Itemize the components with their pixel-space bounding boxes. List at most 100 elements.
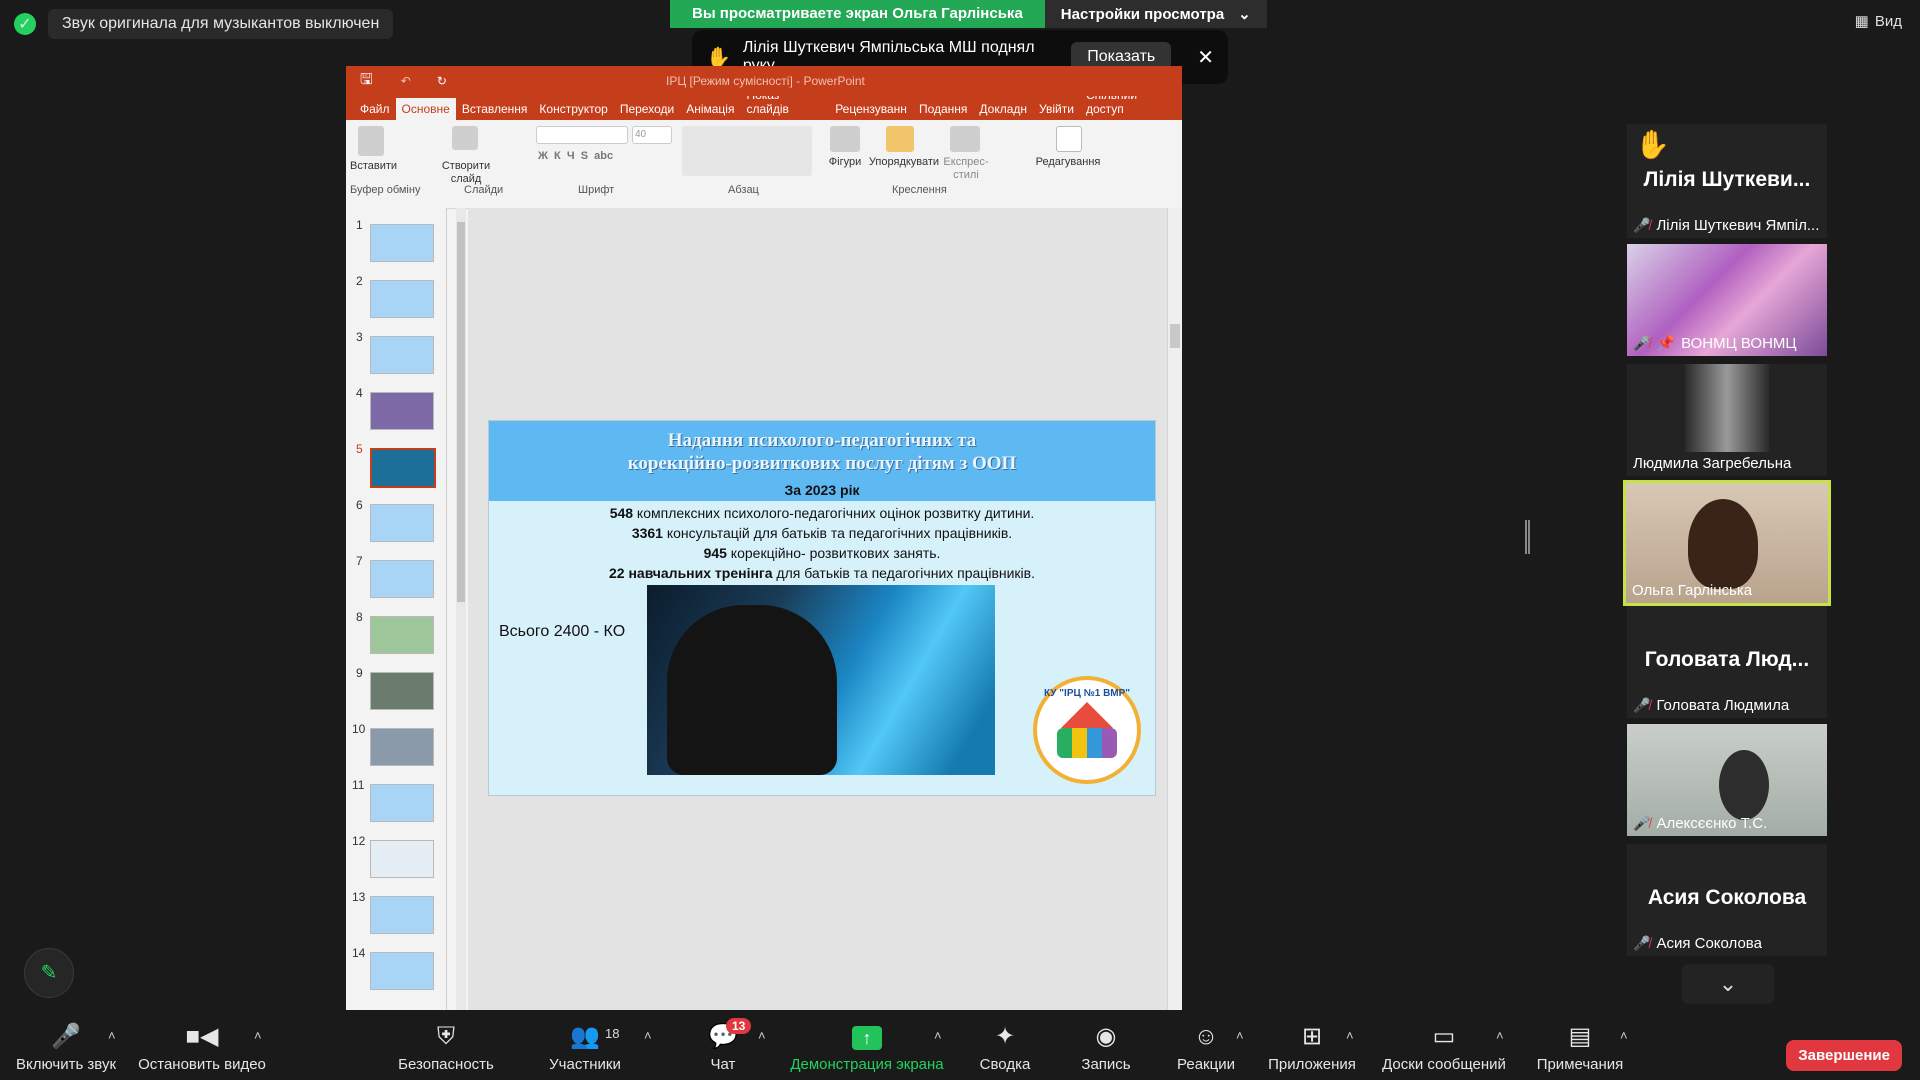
shapes-button[interactable]: Фігури [822,156,868,169]
participant-name: ВОНМЦ ВОНМЦ [1681,334,1797,352]
slide-thumbnail-10[interactable] [370,728,434,766]
tab-view[interactable]: Подання [913,98,973,120]
slide-thumbnails-pane: 1 2 3 4 5 6 7 8 9 10 11 12 13 14 [346,208,447,1014]
notes-label: Примечания [1536,1056,1624,1073]
mic-muted-icon: 🎤̸ [1633,697,1651,713]
house-icon [1061,702,1113,728]
font-format-buttons[interactable]: Ж К Ч S abc [538,150,668,163]
stop-video-button[interactable]: ■◀ Остановить видео [134,1022,270,1073]
participant-big-name: Асия Соколова [1647,886,1807,909]
chevron-up-icon[interactable]: ˄ [934,1028,942,1043]
scrollbar-thumb[interactable] [457,222,465,602]
share-screen-button[interactable]: ↑ Демонстрация экрана [786,1022,948,1073]
slide-thumbnail-6[interactable] [370,504,434,542]
paste-button[interactable]: Вставити [350,160,397,173]
participant-name-row: 🎤̸ Лілія Шуткевич Ямпіл... [1633,217,1819,234]
chevron-up-icon[interactable]: ˄ [108,1028,116,1043]
chevron-up-icon[interactable]: ˄ [1236,1028,1244,1043]
slide-thumbnail-3[interactable] [370,336,434,374]
slide-title-line: корекційно-розвиткових послуг дітям з ОО… [627,453,1017,474]
stat-text: консультацій для батьків та педагогічних… [662,525,1013,541]
tab-review[interactable]: Рецензуванн [829,98,913,120]
unmute-button[interactable]: 🎤 Включить звук [8,1022,124,1073]
mic-muted-icon: 🎤̸ [1633,217,1651,233]
scrollbar-thumb[interactable] [1170,324,1180,348]
slide-thumbnail-11[interactable] [370,784,434,822]
chevron-up-icon[interactable]: ˄ [1496,1028,1504,1043]
view-settings-button[interactable]: Настройки просмотра ⌄ [1044,0,1267,28]
participant-name: Головата Людмила [1656,697,1790,714]
participant-tile[interactable]: 🎤̸ 📌 ВОНМЦ ВОНМЦ [1627,244,1827,356]
tab-animation[interactable]: Анімація [680,98,740,120]
participant-tile[interactable]: Головата Люд... 🎤̸ Головата Людмила [1627,606,1827,718]
thumbnails-scrollbar[interactable] [456,208,466,1014]
chevron-up-icon[interactable]: ˄ [1620,1028,1628,1043]
chevron-up-icon[interactable]: ˄ [758,1028,766,1043]
annotate-pencil-icon[interactable]: ✎ [24,948,74,998]
scroll-down-chevron-icon[interactable]: ⌄ [1682,964,1774,1004]
slide-thumbnail-5[interactable] [370,448,436,488]
slide-thumbnail-1[interactable] [370,224,434,262]
reactions-label: Реакции [1177,1056,1235,1073]
stat-value: 945 [703,545,727,561]
panel-resize-handle[interactable] [1525,520,1530,554]
record-button[interactable]: ◉ Запись [1072,1022,1140,1073]
slide-thumbnail-7[interactable] [370,560,434,598]
quick-styles-button[interactable]: Експрес-стилі [938,156,994,182]
slide-scrollbar[interactable] [1167,208,1182,1014]
slide-thumbnail-14[interactable] [370,952,434,990]
chat-label: Чат [710,1056,736,1073]
slide-thumbnail-13[interactable] [370,896,434,934]
tab-home[interactable]: Основне [395,98,456,120]
chevron-up-icon[interactable]: ˄ [1346,1028,1354,1043]
stat-line: 22 навчальних тренінга для батьків та пе… [489,563,1155,583]
chevron-up-icon[interactable]: ˄ [644,1028,652,1043]
slide-thumbnail-2[interactable] [370,280,434,318]
record-icon: ◉ [1095,1023,1117,1050]
notes-button[interactable]: ▤ Примечания [1530,1022,1630,1073]
view-button[interactable]: ▦ Вид [1855,12,1902,31]
slide-thumbnail-9[interactable] [370,672,434,710]
participant-tile[interactable]: ✋ Лілія Шуткеви... 🎤̸ Лілія Шуткевич Ямпі… [1627,124,1827,238]
chevron-up-icon[interactable]: ˄ [254,1028,262,1043]
security-button[interactable]: ⛨ Безопасность [392,1022,500,1073]
font-size-field[interactable]: 40 [632,126,672,144]
participant-name: Алексєєнко Т.С. [1656,815,1768,832]
slide-thumbnail-8[interactable] [370,616,434,654]
participant-tile-active-speaker[interactable]: Ольга Гарлінська [1623,480,1831,606]
paragraph-tools[interactable] [682,126,812,176]
mic-muted-icon: 🎤̸ [1633,334,1651,351]
participant-tile[interactable]: 🎤̸ Алексєєнко Т.С. [1627,724,1827,836]
tab-transitions[interactable]: Переходи [614,98,680,120]
participant-tile[interactable]: Людмила Загребельна [1627,364,1827,476]
tab-tellme[interactable]: Докладн [973,98,1033,120]
chevron-down-icon: ⌄ [1238,6,1251,23]
new-slide-button[interactable]: Створити слайд [436,160,496,186]
share-screen-label: Демонстрация экрана [790,1056,944,1073]
close-icon[interactable]: ✕ [1197,45,1214,70]
undo-icon[interactable]: ↶ [401,74,411,88]
slide-title: Надання психолого-педагогічних та корекц… [489,429,1155,475]
save-icon[interactable]: 🖫 [360,69,373,94]
share-banner-text: Вы просматриваете экран Ольга Гарлінська [670,0,1045,28]
participant-tile[interactable]: Асия Соколова 🎤̸ Асия Соколова [1627,844,1827,956]
end-meeting-button[interactable]: Завершение [1786,1040,1902,1071]
repeat-icon[interactable]: ↻ [437,74,447,88]
quick-styles-icon [950,126,980,152]
reactions-button[interactable]: ☺ Реакции [1166,1022,1246,1073]
tab-insert[interactable]: Вставлення [456,98,534,120]
tab-file[interactable]: Файл [354,98,396,120]
emoji-plus-icon: ☺ [1193,1023,1219,1050]
summary-button[interactable]: ✦ Сводка [970,1022,1040,1073]
font-name-field[interactable] [536,126,628,144]
slide-thumbnail-4[interactable] [370,392,434,430]
tab-design[interactable]: Конструктор [533,98,613,120]
apps-label: Приложения [1268,1056,1356,1073]
whiteboards-button[interactable]: ▭ Доски сообщений [1376,1022,1512,1073]
editing-button[interactable]: Редагування [1032,156,1104,169]
arrange-button[interactable]: Упорядкувати [868,156,940,169]
shared-screen-powerpoint: 🖫 ↶ ↻ ІРЦ [Режим сумісності] - PowerPoin… [346,66,1182,1014]
slide-thumbnail-12[interactable] [370,840,434,878]
participant-name-row: 🎤̸ Головата Людмила [1633,697,1789,714]
tab-signin[interactable]: Увійти [1033,98,1080,120]
